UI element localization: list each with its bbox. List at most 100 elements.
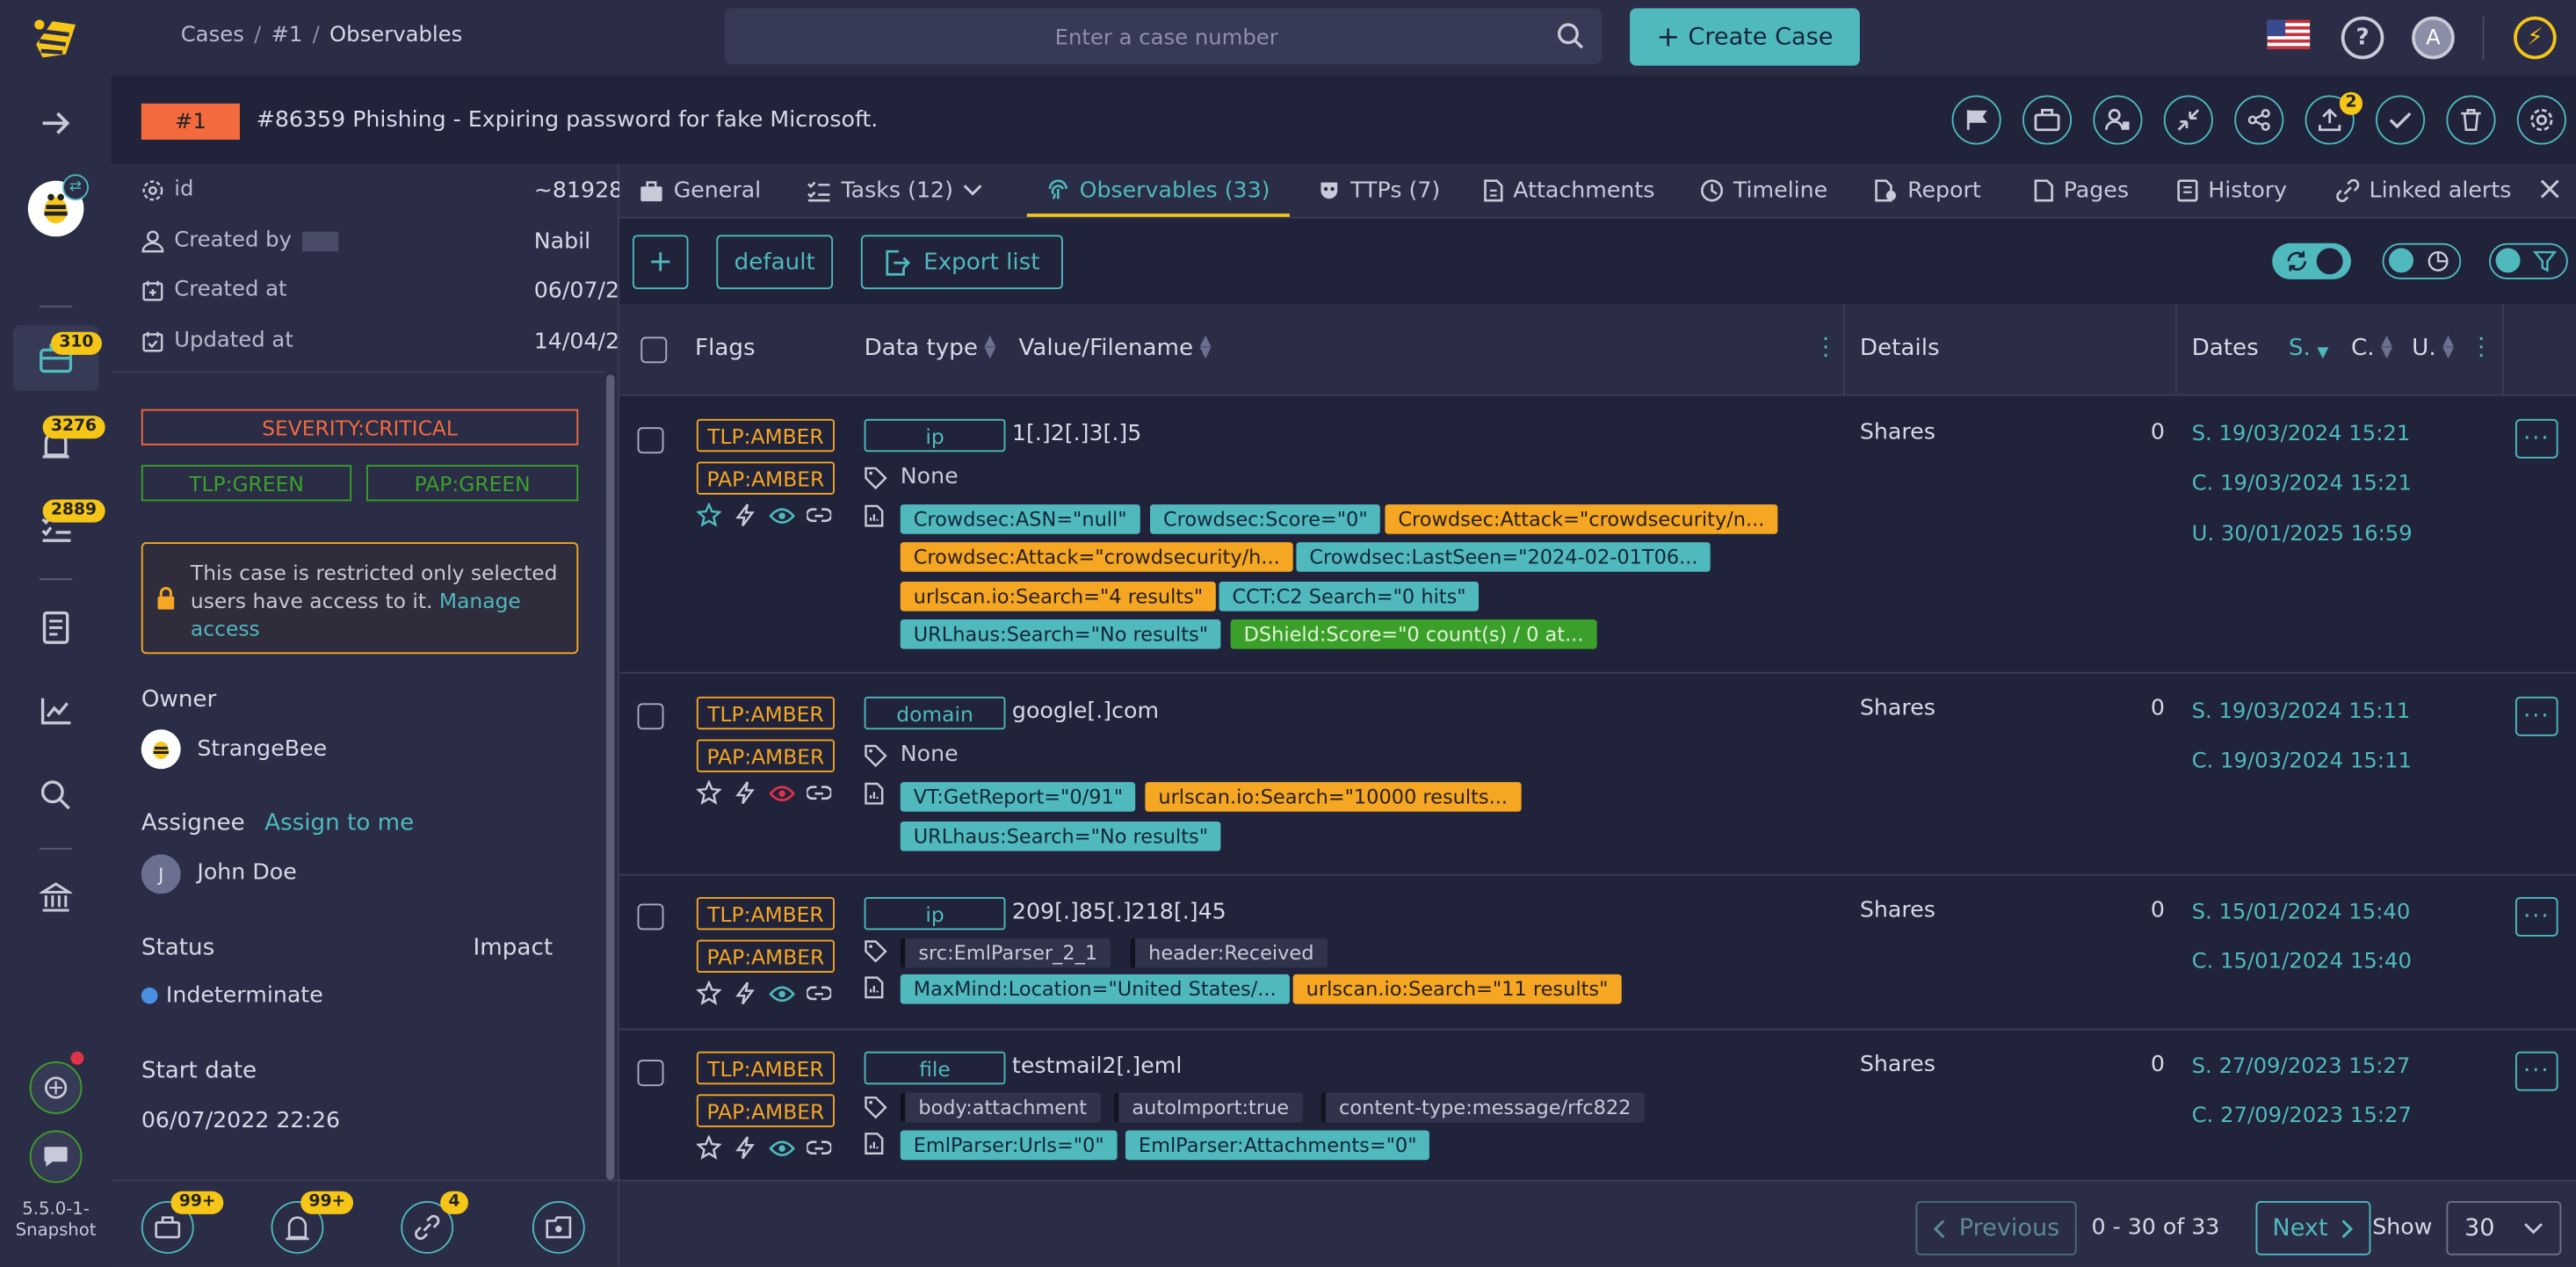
column-value[interactable]: Value/Filename ▲ ▼ — [1018, 335, 1211, 362]
row-checkbox[interactable] — [637, 1060, 664, 1087]
us-flag-icon[interactable] — [2267, 19, 2311, 50]
column-data-type[interactable]: Data type ▲ ▼ — [865, 335, 996, 362]
row-actions-button[interactable]: ··· — [2514, 418, 2558, 459]
star-icon[interactable] — [696, 1135, 721, 1160]
tab-ttps[interactable]: TTPs (7) — [1318, 164, 1440, 217]
tag-chip[interactable]: autoImport:true — [1113, 1092, 1303, 1123]
sighted-eye-icon[interactable] — [769, 505, 795, 525]
report-chip[interactable]: MaxMind:Location="United States/... — [900, 974, 1290, 1004]
report-chip[interactable]: urlscan.io:Search="11 results" — [1292, 974, 1622, 1004]
tab-timeline[interactable]: Timeline — [1700, 164, 1827, 217]
case-search-input[interactable] — [724, 8, 1609, 68]
column-menu-icon[interactable]: · · · — [2478, 329, 2485, 368]
report-chip[interactable]: Crowdsec:LastSeen="2024-02-01T06... — [1296, 542, 1711, 572]
report-chip[interactable]: urlscan.io:Search="4 results" — [900, 581, 1217, 612]
row-checkbox[interactable] — [637, 427, 664, 454]
dashboards-icon[interactable] — [33, 689, 78, 735]
assign-to-me-link[interactable]: Assign to me — [264, 810, 414, 836]
tag-chip[interactable]: header:Received — [1130, 938, 1328, 968]
create-case-button[interactable]: + Create Case — [1630, 8, 1860, 66]
report-chip[interactable]: Crowdsec:Score="0" — [1150, 504, 1381, 534]
link-icon[interactable] — [807, 1138, 832, 1157]
report-chip[interactable]: urlscan.io:Search="10000 results... — [1145, 782, 1521, 812]
breadcrumb-cases[interactable]: Cases — [181, 23, 244, 47]
row-actions-button[interactable]: ··· — [2514, 897, 2558, 937]
star-icon[interactable] — [696, 780, 721, 805]
report-chip[interactable]: Crowdsec:ASN="null" — [900, 504, 1140, 534]
cortex-icon[interactable] — [29, 1061, 83, 1114]
observable-value[interactable]: 209[.]85[.]218[.]45 — [1012, 899, 1226, 925]
help-icon[interactable]: ? — [2341, 16, 2384, 60]
column-menu-icon[interactable]: · · · — [1822, 329, 1829, 368]
next-page-button[interactable]: Next — [2255, 1200, 2371, 1256]
delete-case-button[interactable] — [2446, 95, 2496, 145]
close-icon[interactable] — [2538, 177, 2561, 200]
tab-observables[interactable]: Observables (33) — [1026, 164, 1291, 217]
user-avatar-icon[interactable]: A — [2412, 16, 2455, 60]
select-all-checkbox[interactable] — [640, 337, 668, 364]
expand-arrow-icon[interactable] — [33, 100, 78, 146]
filter-toggle[interactable] — [2489, 243, 2568, 279]
organisation-icon[interactable] — [33, 874, 78, 920]
link-icon[interactable] — [807, 505, 832, 525]
not-sighted-eye-icon[interactable] — [769, 783, 795, 802]
star-icon[interactable] — [696, 981, 721, 1005]
tag-chip[interactable]: src:EmlParser_2_1 — [900, 938, 1111, 968]
report-chip[interactable]: URLhaus:Search="No results" — [900, 822, 1222, 851]
table-row[interactable]: TLP:AMBER PAP:AMBER ip 209[.]85[.]218[.]… — [619, 875, 2576, 1031]
sharing-button[interactable] — [2093, 95, 2143, 145]
table-row[interactable]: TLP:AMBER PAP:AMBER domain google[.]com … — [619, 673, 2576, 876]
merge-case-button[interactable] — [2022, 95, 2073, 145]
report-chip[interactable]: URLhaus:Search="No results" — [900, 619, 1222, 649]
add-observable-button[interactable]: + — [632, 235, 689, 290]
report-chip[interactable]: CCT:C2 Search="0 hits" — [1219, 581, 1480, 612]
link-icon[interactable] — [807, 983, 832, 1003]
auto-refresh-toggle[interactable] — [2272, 243, 2351, 279]
close-case-button[interactable] — [2376, 95, 2426, 145]
page-size-select[interactable]: 30 — [2446, 1200, 2562, 1256]
sort-created-date[interactable]: C. ▲ ▼ — [2351, 335, 2392, 362]
row-checkbox[interactable] — [637, 903, 664, 930]
search-icon[interactable] — [1556, 21, 1586, 51]
report-chip[interactable]: EmlParser:Urls="0" — [900, 1130, 1118, 1161]
ioc-lightning-icon[interactable] — [733, 780, 757, 805]
observable-value[interactable]: 1[.]2[.]3[.]5 — [1012, 421, 1141, 447]
report-chip[interactable]: EmlParser:Attachments="0" — [1125, 1130, 1430, 1161]
tab-attachments[interactable]: Attachments — [1484, 164, 1654, 217]
previous-page-button[interactable]: Previous — [1915, 1200, 2077, 1256]
tag-chip[interactable]: body:attachment — [900, 1092, 1101, 1123]
report-chip[interactable]: Crowdsec:Attack="crowdsecurity/n... — [1385, 504, 1778, 534]
chevron-down-icon[interactable] — [963, 184, 982, 197]
row-actions-button[interactable]: ··· — [2514, 696, 2558, 736]
report-chip[interactable]: Crowdsec:Attack="crowdsecurity/h... — [900, 542, 1293, 572]
tag-chip[interactable]: content-type:message/rfc822 — [1321, 1092, 1645, 1123]
tab-report[interactable]: Report — [1875, 164, 1981, 217]
ioc-lightning-icon[interactable] — [733, 503, 757, 527]
export-list-button[interactable]: Export list — [860, 235, 1063, 290]
sort-start-date[interactable]: S. ▼ — [2289, 335, 2328, 361]
star-icon[interactable] — [696, 503, 721, 527]
row-actions-button[interactable]: ··· — [2514, 1051, 2558, 1091]
tab-history[interactable]: History — [2177, 164, 2287, 217]
switch-org-icon[interactable]: ⇄ — [62, 174, 89, 201]
tab-general[interactable]: General — [639, 164, 761, 217]
share-icon[interactable] — [2234, 95, 2284, 145]
tab-tasks[interactable]: Tasks (12) — [807, 164, 982, 217]
ioc-lightning-icon[interactable] — [733, 981, 757, 1005]
settings-gear-icon[interactable] — [2516, 95, 2566, 145]
lightning-icon[interactable]: ⚡ — [2514, 16, 2557, 60]
sort-updated-date[interactable]: U. ▲ ▼ — [2412, 335, 2454, 362]
flag-case-button[interactable] — [1951, 95, 2001, 145]
observable-value[interactable]: testmail2[.]eml — [1012, 1053, 1183, 1080]
table-row[interactable]: TLP:AMBER PAP:AMBER ip 1[.]2[.]3[.]5 Non… — [619, 395, 2576, 674]
knowledge-base-icon[interactable] — [33, 605, 78, 650]
observable-value[interactable]: google[.]com — [1012, 699, 1159, 725]
tab-pages[interactable]: Pages — [2034, 164, 2129, 217]
thehive-logo-icon[interactable] — [26, 11, 83, 64]
procedures-button[interactable] — [532, 1200, 585, 1254]
default-filter-button[interactable]: default — [716, 235, 834, 290]
panel-scrollbar[interactable] — [606, 374, 615, 1180]
sighted-eye-icon[interactable] — [769, 1138, 795, 1157]
sighted-eye-icon[interactable] — [769, 983, 795, 1003]
tab-linked-alerts[interactable]: Linked alerts — [2336, 164, 2511, 217]
